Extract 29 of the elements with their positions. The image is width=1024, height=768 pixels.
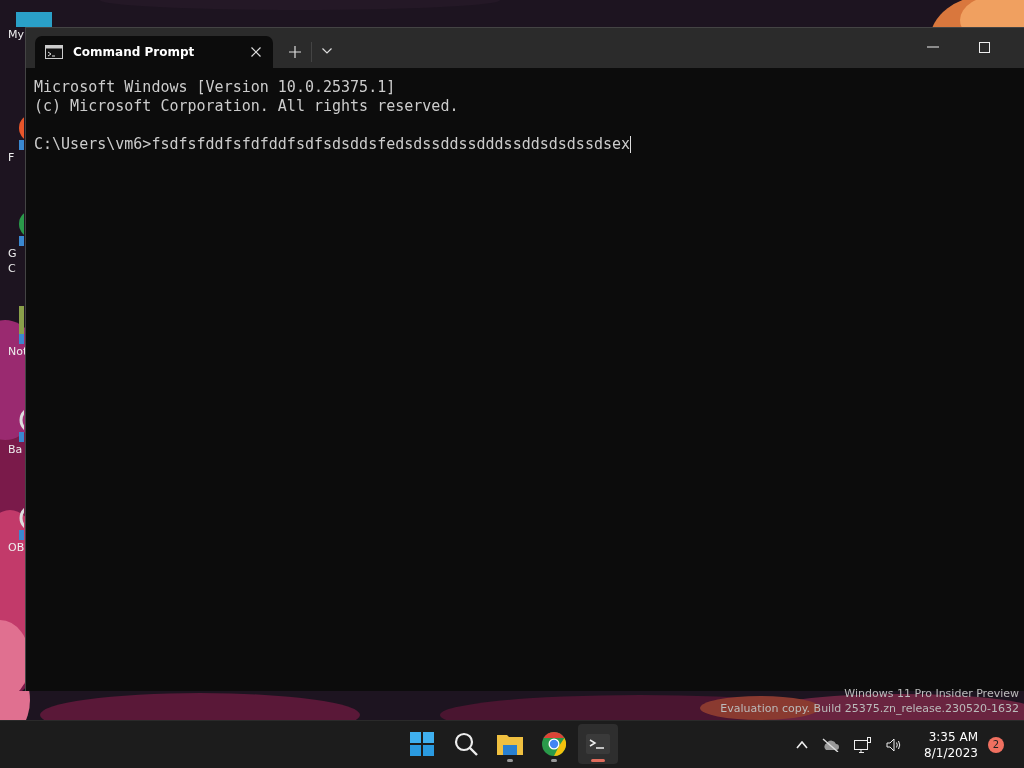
clock-time[interactable]: 3:35 AM (928, 728, 978, 745)
terminal-taskbar-button[interactable] (578, 724, 618, 764)
desktop-icon-label: My (8, 27, 24, 42)
desktop-icon-label: G (8, 246, 17, 261)
watermark-text: Evaluation copy. Build 25375.zn_release.230520-1632 (720, 701, 1019, 716)
command-line: C:\Users\vm6>fsdfsfddfsfdfddfsdfsdsddsfedsdssddssdddssddsdsdssdsex (34, 135, 631, 154)
desktop-icon-label: C (8, 261, 16, 276)
desktop-icon-label: F (8, 150, 15, 165)
folder-icon (497, 733, 523, 755)
maximize-icon[interactable] (979, 42, 990, 53)
windows-icon (410, 732, 434, 756)
chrome-icon (542, 732, 566, 756)
tab[interactable]: Command Prompt (35, 36, 273, 68)
watermark-text: Windows 11 Pro Insider Preview (844, 686, 1019, 701)
chevron-up-icon[interactable] (796, 740, 809, 749)
console-line: (c) Microsoft Corporation. All rights reserved. (34, 97, 460, 116)
text-cursor (630, 136, 632, 153)
network-icon[interactable] (854, 736, 873, 753)
plus-icon[interactable] (289, 46, 301, 58)
terminal-icon (586, 734, 610, 754)
close-icon[interactable] (251, 47, 261, 57)
console-line: Microsoft Windows [Version 10.0.25375.1] (34, 78, 397, 97)
notification-badge[interactable]: 2 (988, 736, 1004, 753)
speaker-icon[interactable] (886, 737, 903, 752)
clock-date[interactable]: 8/1/2023 (924, 744, 978, 761)
chevron-down-icon[interactable] (322, 48, 332, 54)
search-icon (454, 732, 478, 756)
cloud-off-icon[interactable] (822, 737, 841, 752)
console-icon (45, 45, 63, 59)
